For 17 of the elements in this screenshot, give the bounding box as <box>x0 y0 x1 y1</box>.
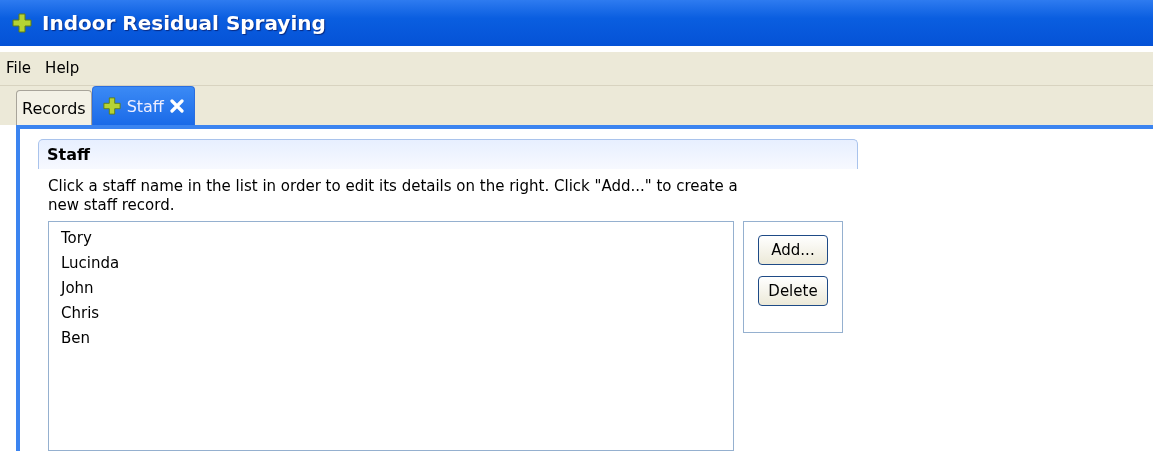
action-button[interactable]: Add... <box>758 235 828 265</box>
list-item[interactable]: John <box>61 276 721 301</box>
list-item[interactable]: Ben <box>61 326 721 351</box>
tab[interactable]: Staff <box>91 86 195 125</box>
section-title: Staff <box>38 139 858 169</box>
plus-icon <box>102 97 121 115</box>
list-item[interactable]: Chris <box>61 301 721 326</box>
action-button[interactable]: Delete <box>758 276 828 306</box>
close-icon[interactable] <box>169 99 184 113</box>
list-item[interactable]: Lucinda <box>61 251 721 276</box>
menu-item[interactable]: Help <box>45 59 80 78</box>
tab[interactable]: Records <box>16 90 92 125</box>
description-text: Click a staff name in the list in order to edit its details on the right. Click "Add..." to create a new staff record. <box>47 176 739 216</box>
plus-icon <box>12 13 32 34</box>
list-item[interactable]: Tory <box>61 226 721 251</box>
window-title: Indoor Residual Spraying <box>42 11 326 36</box>
menu-item[interactable]: File <box>6 59 32 78</box>
